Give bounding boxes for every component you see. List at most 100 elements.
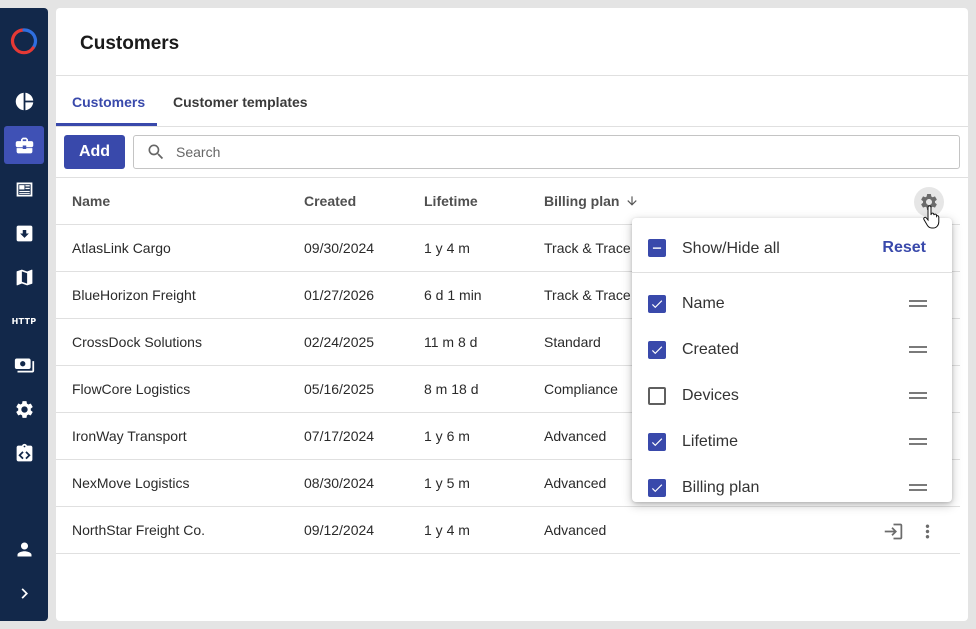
column-header-name[interactable]: Name	[72, 193, 110, 209]
check-icon	[651, 438, 663, 447]
cell-lifetime: 1 y 5 m	[424, 475, 470, 491]
cell-created: 02/24/2025	[304, 334, 375, 350]
column-checkbox[interactable]	[648, 295, 666, 313]
cell-created: 07/17/2024	[304, 428, 375, 444]
check-icon	[651, 484, 663, 493]
check-icon	[651, 300, 663, 309]
sidebar-item-news[interactable]	[4, 170, 44, 208]
check-icon	[651, 346, 663, 355]
cell-billing-plan: Track & Trace	[544, 240, 631, 256]
search-input[interactable]	[176, 144, 936, 160]
sidebar-item-payments[interactable]	[4, 346, 44, 384]
http-icon: HTTP	[11, 316, 37, 326]
cell-billing-plan: Advanced	[544, 522, 607, 538]
column-header-lifetime[interactable]: Lifetime	[424, 193, 478, 209]
column-menu-item-lifetime[interactable]: Lifetime	[632, 418, 952, 464]
column-menu-label: Created	[682, 341, 739, 358]
api-icon	[16, 443, 32, 461]
download-box-icon	[16, 225, 32, 241]
header-divider	[56, 75, 968, 76]
main-card: Customers Customers Customer templates A…	[56, 8, 968, 621]
cell-name: CrossDock Solutions	[72, 334, 202, 350]
table-row[interactable]: NorthStar Freight Co. 09/12/2024 1 y 4 m…	[56, 507, 960, 554]
cell-billing-plan: Compliance	[544, 381, 618, 397]
cell-name: BlueHorizon Freight	[72, 287, 196, 303]
open-customer-button[interactable]	[881, 519, 905, 543]
app-logo-icon[interactable]	[9, 26, 39, 56]
cell-name: NorthStar Freight Co.	[72, 522, 206, 538]
search-icon	[148, 144, 164, 160]
more-vertical-icon	[925, 524, 929, 538]
sidebar-item-http[interactable]: HTTP	[4, 302, 44, 340]
cell-billing-plan: Advanced	[544, 475, 607, 491]
column-checkbox[interactable]	[648, 341, 666, 359]
cell-name: FlowCore Logistics	[72, 381, 191, 397]
sidebar-expand-button[interactable]	[4, 574, 44, 612]
sidebar-item-api[interactable]	[4, 434, 44, 472]
column-header-label: Created	[304, 193, 357, 209]
briefcase-icon	[15, 137, 33, 153]
sidebar-item-map[interactable]	[4, 258, 44, 296]
column-menu-item-billing-plan[interactable]: Billing plan	[632, 464, 952, 510]
cell-lifetime: 1 y 4 m	[424, 240, 470, 256]
user-icon	[17, 542, 31, 556]
column-header-label: Lifetime	[424, 193, 478, 209]
column-checkbox[interactable]	[648, 387, 666, 405]
column-menu-item-devices[interactable]: Devices	[632, 372, 952, 418]
cell-name: IronWay Transport	[72, 428, 187, 444]
column-visibility-menu: Show/Hide all Reset Name Created Devices…	[632, 218, 952, 502]
cell-created: 09/12/2024	[304, 522, 375, 538]
chevron-right-icon	[21, 587, 28, 599]
sidebar-item-account[interactable]	[4, 530, 44, 568]
column-checkbox[interactable]	[648, 433, 666, 451]
cell-created: 01/27/2026	[304, 287, 375, 303]
minus-icon	[652, 247, 662, 249]
column-header-created[interactable]: Created	[304, 193, 356, 209]
cell-billing-plan: Standard	[544, 334, 601, 350]
reset-button[interactable]: Reset	[882, 239, 926, 257]
payments-icon	[14, 358, 34, 372]
cell-name: AtlasLink Cargo	[72, 240, 171, 256]
sidebar-item-customers[interactable]	[4, 126, 44, 164]
column-menu-item-name[interactable]: Name	[632, 280, 952, 326]
column-header-label: Billing plan	[544, 193, 620, 209]
map-icon	[16, 269, 32, 285]
show-hide-all-checkbox[interactable]	[648, 239, 666, 257]
drag-handle-icon[interactable]	[909, 438, 927, 446]
drag-handle-icon[interactable]	[909, 300, 927, 308]
drag-handle-icon[interactable]	[909, 392, 927, 400]
column-menu-label: Billing plan	[682, 479, 760, 496]
cell-created: 09/30/2024	[304, 240, 375, 256]
cell-billing-plan: Track & Trace	[544, 287, 631, 303]
sort-descending-icon[interactable]	[625, 194, 639, 208]
sidebar-item-downloads[interactable]	[4, 214, 44, 252]
pie-chart-icon	[15, 92, 33, 110]
login-icon	[884, 523, 902, 539]
column-menu-label: Lifetime	[682, 433, 739, 450]
add-button[interactable]: Add	[64, 135, 125, 169]
tab-customers[interactable]: Customers	[72, 94, 145, 110]
column-header-label: Name	[72, 193, 111, 209]
cell-lifetime: 1 y 4 m	[424, 522, 470, 538]
newspaper-icon	[16, 182, 32, 196]
cell-lifetime: 1 y 6 m	[424, 428, 470, 444]
column-header-billing-plan[interactable]: Billing plan	[544, 193, 639, 209]
row-more-button[interactable]	[915, 519, 939, 543]
column-checkbox[interactable]	[648, 479, 666, 497]
page-title: Customers	[80, 33, 180, 54]
cell-lifetime: 11 m 8 d	[424, 334, 478, 350]
search-box[interactable]	[133, 135, 960, 169]
column-menu-label: Devices	[682, 387, 739, 404]
tab-customer-templates[interactable]: Customer templates	[173, 94, 308, 110]
drag-handle-icon[interactable]	[909, 484, 927, 492]
drag-handle-icon[interactable]	[909, 346, 927, 354]
hand-cursor-icon	[923, 205, 940, 229]
sidebar-item-dashboard[interactable]	[4, 82, 44, 120]
sidebar-item-settings[interactable]	[4, 390, 44, 428]
cell-name: NexMove Logistics	[72, 475, 190, 491]
cell-created: 08/30/2024	[304, 475, 375, 491]
column-menu-label: Name	[682, 295, 725, 312]
show-hide-all-label: Show/Hide all	[682, 240, 780, 257]
cell-lifetime: 6 d 1 min	[424, 287, 482, 303]
column-menu-item-created[interactable]: Created	[632, 326, 952, 372]
